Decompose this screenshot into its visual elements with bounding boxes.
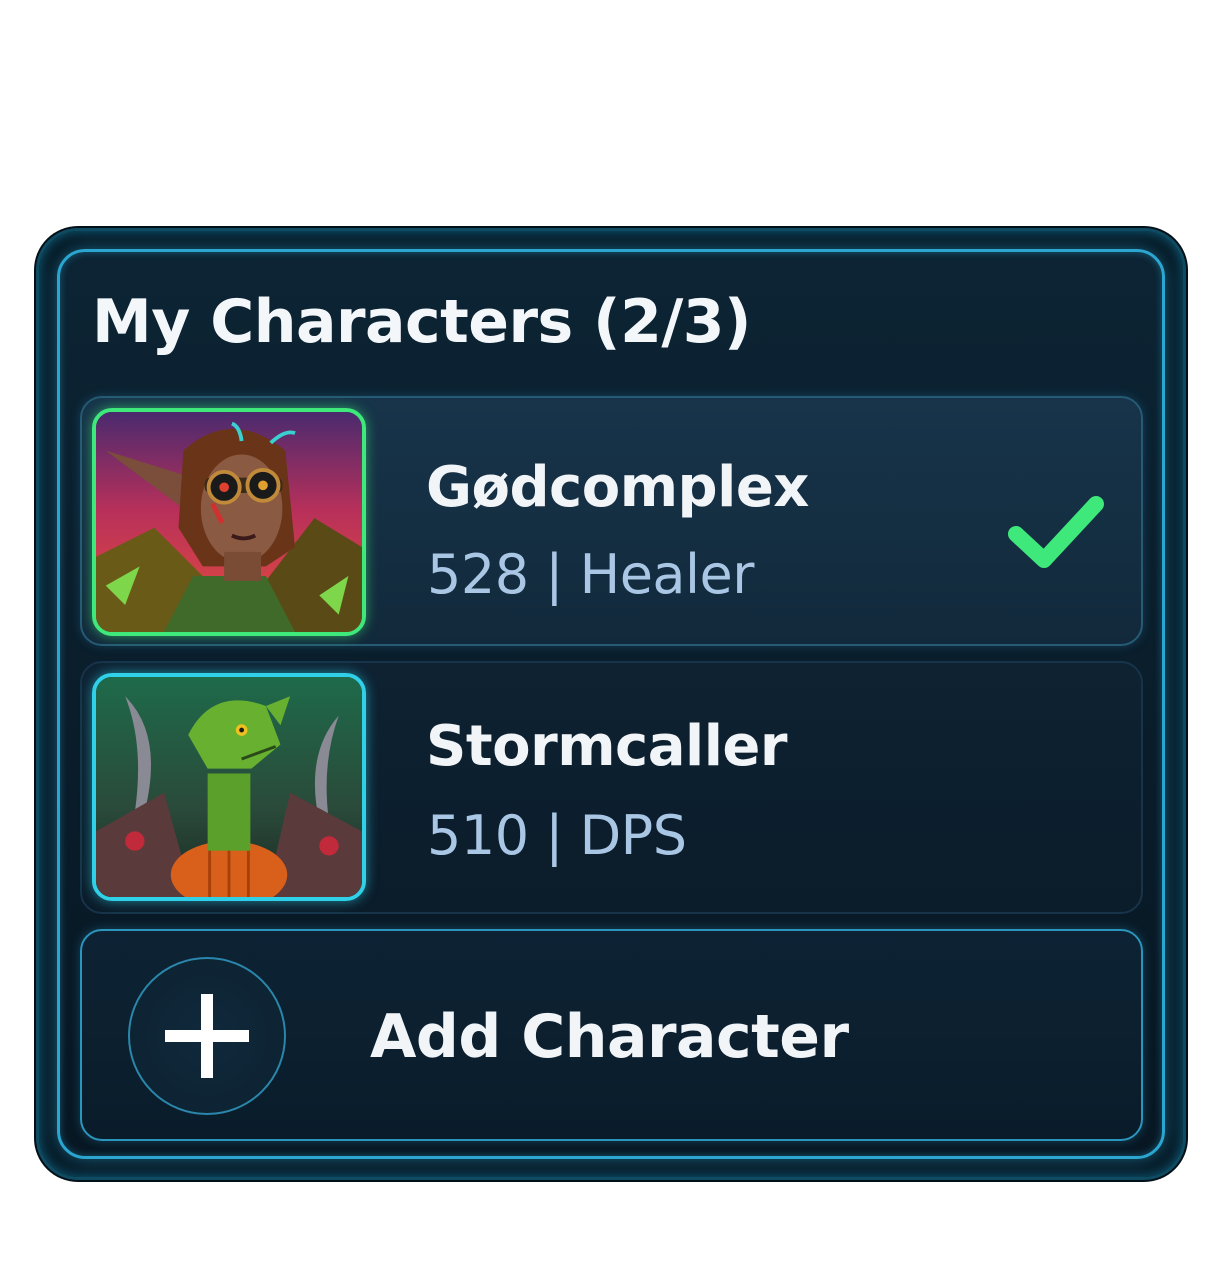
add-character-circle [128,957,286,1115]
character-item-level-role: 510 | DPS [427,804,687,867]
lizard-warrior-portrait-icon [92,673,366,901]
character-item-level-role: 528 | Healer [427,543,754,606]
panel-title: My Characters (2/3) [92,287,751,357]
character-row-stormcaller[interactable]: Stormcaller 510 | DPS [80,661,1143,914]
character-name: Gødcomplex [426,455,809,520]
add-character-button[interactable]: Add Character [80,929,1143,1141]
plus-icon [165,994,249,1078]
character-name: Stormcaller [426,714,788,779]
character-row-godcomplex[interactable]: Gødcomplex 528 | Healer [80,396,1143,646]
add-character-label: Add Character [370,1002,849,1072]
elf-healer-portrait-icon [92,408,366,636]
checkmark-icon [1008,496,1104,568]
